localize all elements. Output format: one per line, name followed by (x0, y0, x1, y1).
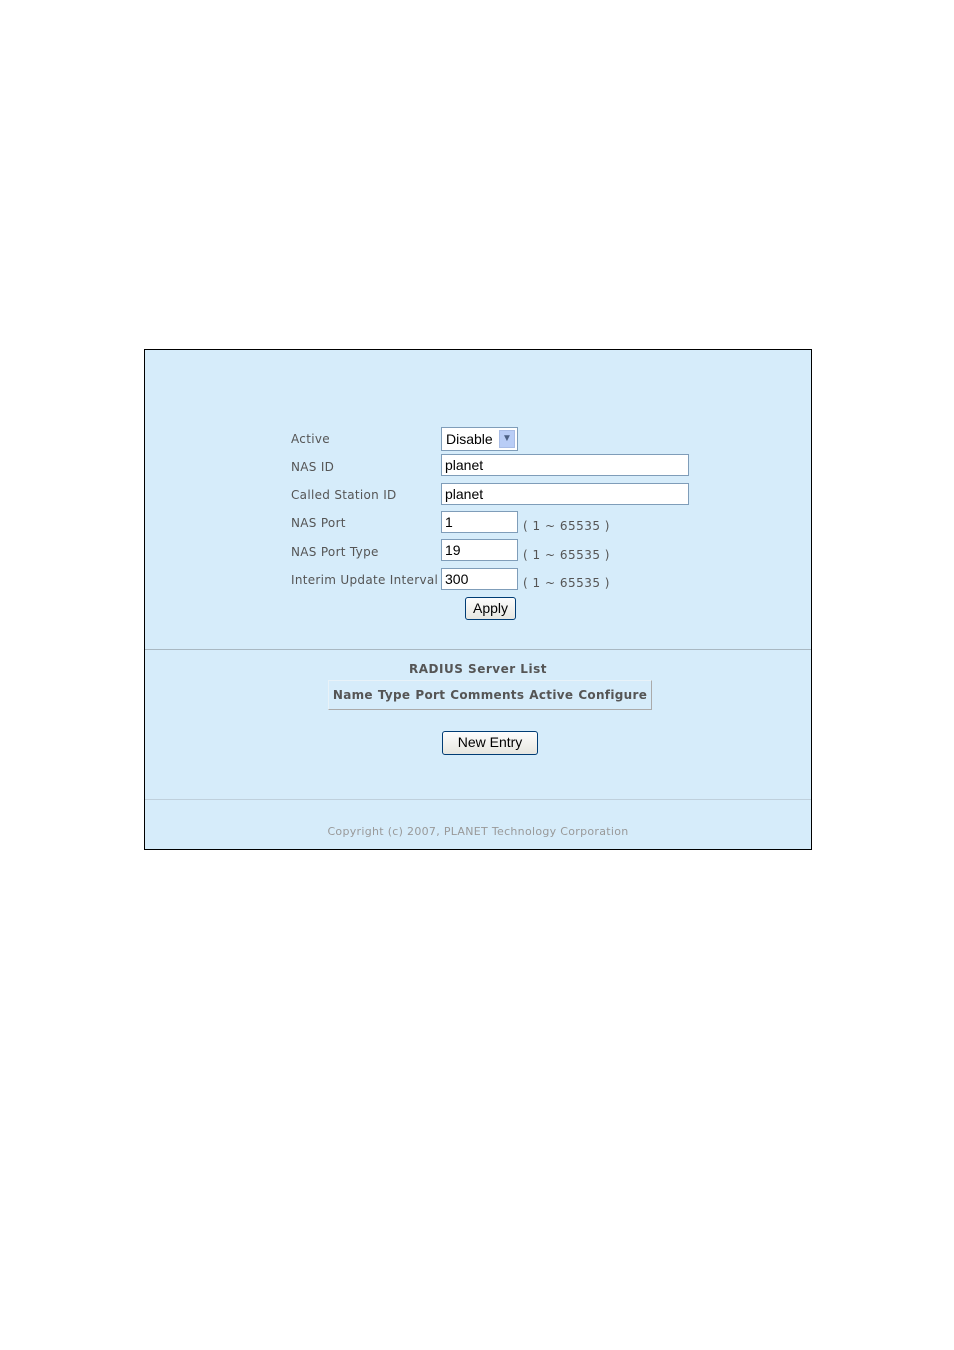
column-configure: Configure (578, 688, 648, 702)
nas-port-label: NAS Port (291, 516, 346, 530)
apply-button[interactable]: Apply (465, 597, 516, 620)
nas-port-type-label: NAS Port Type (291, 545, 379, 559)
nas-id-input[interactable]: planet (441, 454, 689, 476)
section-divider (145, 649, 811, 650)
active-select[interactable]: Disable ▼ (441, 427, 518, 451)
chevron-down-icon[interactable]: ▼ (499, 430, 515, 448)
column-active: Active (529, 688, 574, 702)
interim-update-interval-input[interactable]: 300 (441, 568, 518, 590)
nas-port-input[interactable]: 1 (441, 511, 518, 533)
new-entry-button[interactable]: New Entry (442, 731, 538, 755)
active-select-value: Disable (446, 431, 493, 447)
interim-update-interval-range: ( 1 ~ 65535 ) (523, 576, 610, 590)
nas-id-label: NAS ID (291, 460, 335, 474)
called-station-id-label: Called Station ID (291, 488, 397, 502)
interim-update-interval-label: Interim Update Interval (291, 573, 439, 587)
radius-settings-panel: Active Disable ▼ NAS ID planet Called St… (144, 349, 812, 850)
nas-port-range: ( 1 ~ 65535 ) (523, 519, 610, 533)
footer-divider (145, 799, 811, 800)
column-port: Port (415, 688, 446, 702)
column-name: Name (332, 688, 373, 702)
active-label: Active (291, 432, 330, 446)
copyright-text: Copyright (c) 2007, PLANET Technology Co… (327, 825, 629, 838)
server-list-header: Name Type Port Comments Active Configure (328, 680, 652, 710)
called-station-id-input[interactable]: planet (441, 483, 689, 505)
nas-port-type-range: ( 1 ~ 65535 ) (523, 548, 610, 562)
nas-port-type-input[interactable]: 19 (441, 539, 518, 561)
column-comments: Comments (450, 688, 525, 702)
column-type: Type (377, 688, 411, 702)
server-list-title: RADIUS Server List (409, 662, 547, 676)
